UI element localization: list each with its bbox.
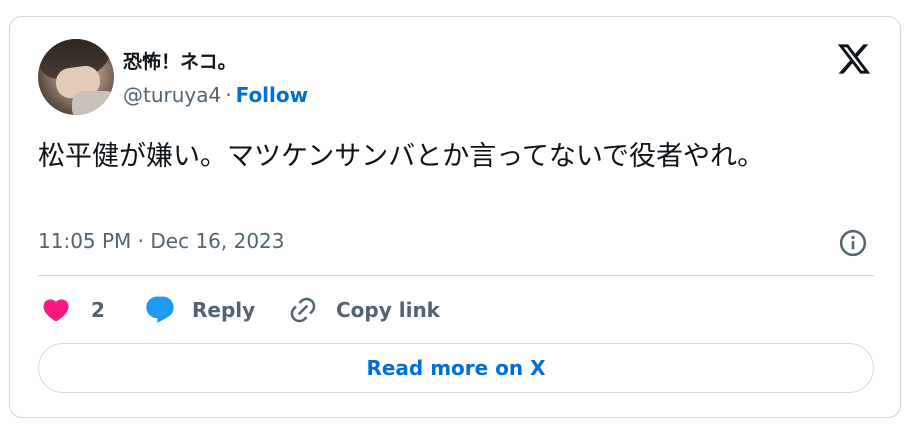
author-handle-row: @turuya4 · Follow: [123, 83, 308, 107]
read-more-button[interactable]: Read more on X: [38, 343, 874, 393]
follow-link[interactable]: Follow: [236, 83, 309, 107]
tweet-timestamp[interactable]: 11:05 PM · Dec 16, 2023: [38, 229, 285, 253]
x-logo-icon[interactable]: [836, 41, 872, 77]
tweet-card: 恐怖！ネコ。 @turuya4 · Follow 松平健が嫌い。マツケンサンバとか言…: [9, 16, 901, 418]
avatar-sleeve: [72, 91, 114, 115]
like-button[interactable]: 2: [41, 292, 105, 328]
like-count: 2: [91, 298, 105, 322]
avatar[interactable]: [38, 39, 114, 115]
author-handle[interactable]: @turuya4: [123, 83, 221, 107]
link-icon: [290, 297, 316, 323]
read-more-label: Read more on X: [366, 356, 546, 380]
author-display-name[interactable]: 恐怖！ネコ。: [123, 47, 237, 74]
reply-bubble-icon: [146, 296, 174, 323]
copy-link-button[interactable]: Copy link: [288, 292, 440, 328]
divider: [38, 275, 874, 276]
separator-dot: ·: [225, 83, 232, 107]
tweet-text: 松平健が嫌い。マツケンサンバとか言ってないで役者やれ。: [38, 141, 765, 172]
copy-link-label: Copy link: [336, 298, 440, 322]
reply-label: Reply: [192, 298, 256, 322]
info-icon[interactable]: [838, 228, 868, 258]
heart-icon: [43, 299, 69, 322]
reply-button[interactable]: Reply: [144, 292, 255, 328]
